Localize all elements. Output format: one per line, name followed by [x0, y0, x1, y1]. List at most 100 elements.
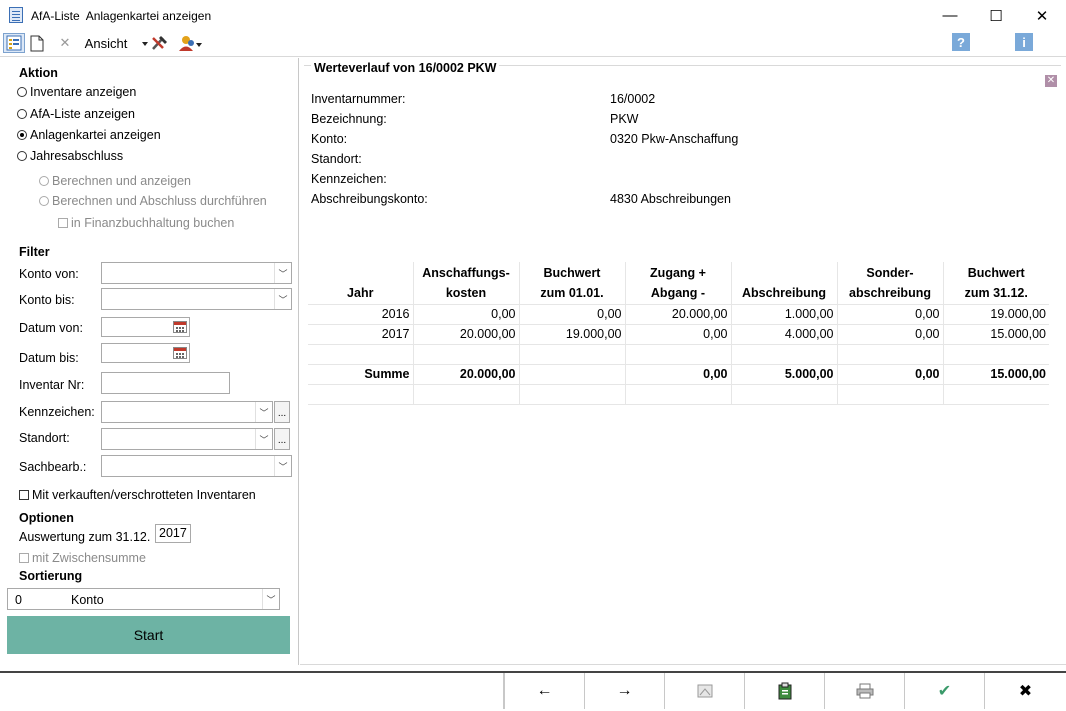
printer-icon	[856, 683, 873, 699]
maximize-button[interactable]: ☐	[973, 0, 1019, 31]
table-header-row: Jahr Anschaffungs-kosten Buchwert zum 01.…	[308, 262, 1049, 304]
clipboard-icon	[778, 682, 791, 700]
table-cell: 0,00	[625, 324, 732, 345]
list-view-icon[interactable]	[3, 33, 25, 53]
chevron-down-icon[interactable]: ﹀	[274, 263, 291, 283]
table-sum-row: Summe 20.000,00 0,00 5.000,00 0,00 15.00…	[308, 364, 1049, 385]
konto-bis-select[interactable]: ﹀	[101, 288, 292, 310]
datum-von-input[interactable]	[101, 317, 190, 337]
column-header: Buchwert zum 31.12.	[964, 265, 1028, 300]
chevron-down-icon[interactable]: ﹀	[274, 456, 291, 476]
sortierung-heading: Sortierung	[19, 569, 83, 583]
table-cell: 15.000,00	[943, 364, 1049, 385]
info-value: 0320 Pkw-Anschaffung	[610, 132, 739, 146]
print-button[interactable]	[824, 673, 904, 709]
user-dropdown-icon[interactable]	[176, 33, 204, 53]
image-disabled-icon	[697, 684, 712, 698]
datum-bis-input[interactable]	[101, 343, 190, 363]
radio-inventare[interactable]: Inventare anzeigen	[17, 85, 136, 99]
radio-afa-liste[interactable]: AfA-Liste anzeigen	[17, 107, 135, 121]
table-row[interactable]: 2016 0,00 0,00 20.000,00 1.000,00 0,00 1…	[308, 304, 1049, 325]
arrow-right-icon: →	[616, 682, 633, 699]
info-icon[interactable]: i	[1015, 33, 1033, 51]
info-label: Abschreibungskonto:	[311, 192, 428, 206]
checkbox-box[interactable]	[19, 553, 29, 563]
table-cell	[519, 364, 626, 385]
chevron-down-icon[interactable]: ﹀	[262, 589, 279, 609]
table-cell: 0,00	[625, 364, 732, 385]
kennzeichen-label: Kennzeichen:	[19, 405, 95, 419]
konto-von-label: Konto von:	[19, 267, 79, 281]
sachbearb-select[interactable]: ﹀	[101, 455, 292, 477]
table-cell: 5.000,00	[731, 364, 838, 385]
standort-select[interactable]: ﹀	[101, 428, 273, 450]
group-title: Werteverlauf von 16/0002 PKW	[311, 61, 500, 75]
start-button[interactable]: Start	[7, 616, 290, 654]
radio-berechnen-abschluss[interactable]: Berechnen und Abschluss durchführen	[39, 194, 267, 208]
forward-button[interactable]: →	[584, 673, 664, 709]
table-cell: 19.000,00	[943, 304, 1049, 325]
kennzeichen-browse-button[interactable]: ...	[274, 401, 290, 423]
title-bar: AfA-Liste Anlagenkartei anzeigen — ☐ ✕	[0, 0, 1066, 31]
radio-circle[interactable]	[17, 87, 27, 97]
checkbox-verkauft[interactable]: Mit verkauften/verschrotteten Inventaren	[19, 488, 256, 502]
close-window-button[interactable]: ✕	[1019, 0, 1065, 31]
tools-dropdown-icon[interactable]	[140, 33, 172, 53]
standort-label: Standort:	[19, 431, 70, 445]
help-icon[interactable]: ?	[952, 33, 970, 51]
chevron-down-icon[interactable]: ﹀	[274, 289, 291, 309]
sortierung-select[interactable]: 0 Konto ﹀	[7, 588, 280, 610]
table-empty-row	[308, 344, 1049, 365]
close-icon[interactable]: ✕	[1045, 75, 1057, 87]
table-cell: 2017	[308, 324, 414, 345]
kennzeichen-select[interactable]: ﹀	[101, 401, 273, 423]
minimize-button[interactable]: —	[927, 0, 973, 31]
status-area	[2, 673, 504, 709]
chevron-down-icon[interactable]: ﹀	[255, 429, 272, 449]
radio-berechnen-anzeigen[interactable]: Berechnen und anzeigen	[39, 174, 191, 188]
info-value: 16/0002	[610, 92, 656, 106]
column-header: Anschaffungs-kosten	[413, 262, 520, 304]
delete-icon[interactable]: ✕	[55, 33, 75, 53]
cancel-x-icon: ✖	[1018, 683, 1033, 700]
radio-circle[interactable]	[17, 109, 27, 119]
view-menu[interactable]: Ansicht	[82, 33, 130, 53]
new-document-icon[interactable]	[28, 33, 46, 53]
radio-circle[interactable]	[17, 151, 27, 161]
radio-circle-disabled[interactable]	[39, 176, 49, 186]
table-cell: 1.000,00	[731, 304, 838, 325]
radio-circle-selected[interactable]	[17, 130, 27, 140]
inventar-nr-input[interactable]	[101, 372, 230, 394]
radio-circle-disabled[interactable]	[39, 196, 49, 206]
table-empty-row	[308, 384, 1049, 405]
info-label: Konto:	[311, 132, 348, 146]
cancel-button[interactable]: ✖	[984, 673, 1066, 709]
table-cell: 0,00	[837, 304, 944, 325]
table-cell: Summe	[308, 364, 414, 385]
standort-browse-button[interactable]: ...	[274, 428, 290, 450]
checkbox-fibu[interactable]: in Finanzbuchhaltung buchen	[58, 216, 234, 230]
back-button[interactable]: ←	[504, 673, 584, 709]
radio-anlagenkartei[interactable]: Anlagenkartei anzeigen	[17, 128, 161, 142]
column-header: Zugang + Abgang -	[625, 262, 732, 304]
konto-von-select[interactable]: ﹀	[101, 262, 292, 284]
checkbox-box[interactable]	[19, 490, 29, 500]
info-value: 4830 Abschreibungen	[610, 192, 731, 206]
table-row[interactable]: 2017 20.000,00 19.000,00 0,00 4.000,00 0…	[308, 324, 1049, 345]
table-cell: 0,00	[837, 324, 944, 345]
auswertung-year-input[interactable]: 2017	[155, 524, 191, 543]
table-cell: 19.000,00	[519, 324, 626, 345]
ok-button[interactable]: ✔	[904, 673, 984, 709]
calendar-icon[interactable]	[173, 347, 187, 359]
window-title: AfA-Liste Anlagenkartei anzeigen	[31, 9, 212, 23]
disabled-tool-button[interactable]	[664, 673, 744, 709]
sachbearb-label: Sachbearb.:	[19, 460, 87, 474]
chevron-down-icon[interactable]: ﹀	[255, 402, 272, 422]
checkbox-box[interactable]	[58, 218, 68, 228]
toolbar: ✕ Ansicht ? i	[0, 31, 1066, 57]
checkbox-zwischensumme[interactable]: mit Zwischensumme	[19, 551, 146, 565]
aktion-heading: Aktion	[19, 66, 58, 80]
radio-jahresabschluss[interactable]: Jahresabschluss	[17, 149, 123, 163]
clipboard-button[interactable]	[744, 673, 824, 709]
calendar-icon[interactable]	[173, 321, 187, 333]
